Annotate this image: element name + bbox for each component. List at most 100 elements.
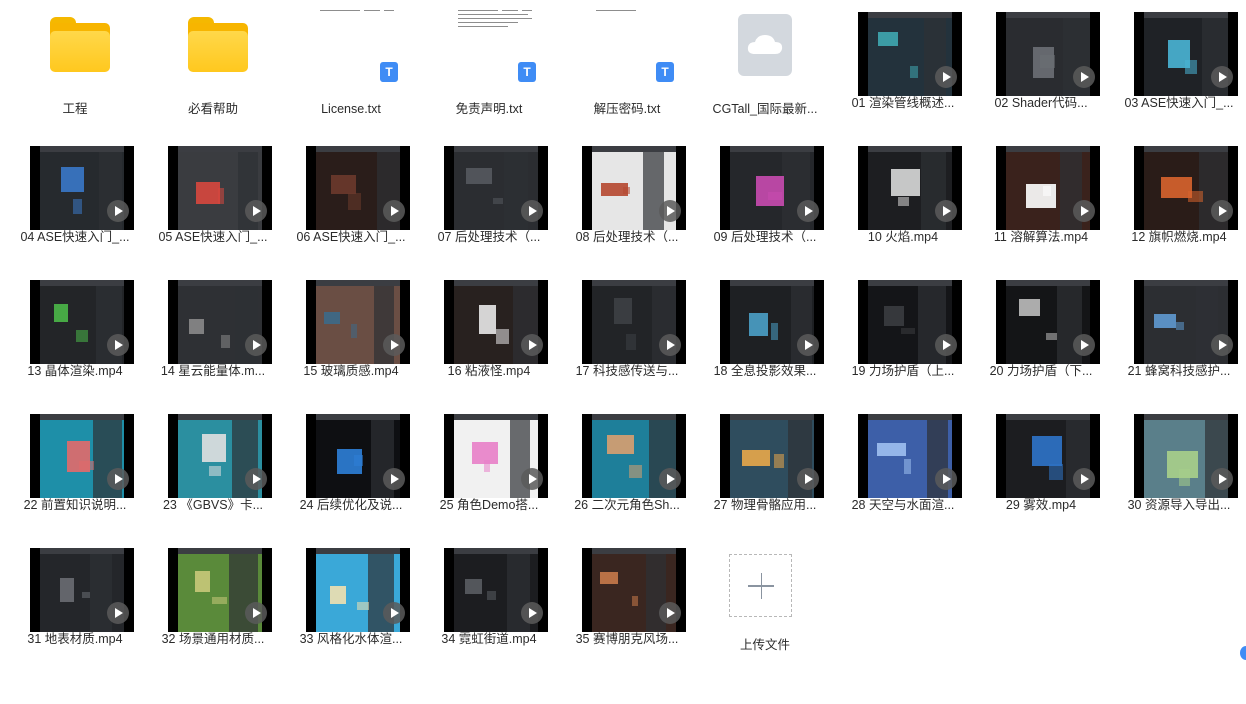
file-name-label: 27 物理骨骼应用... (713, 498, 817, 512)
file-item[interactable]: T License.txt (282, 0, 420, 134)
play-icon (935, 66, 957, 88)
play-icon (107, 200, 129, 222)
file-name-label: 35 赛博朋克风场... (575, 632, 679, 646)
file-thumbnail (420, 146, 558, 230)
file-item[interactable]: 25 角色Demo搭... (420, 402, 558, 536)
file-item[interactable]: 23 《GBVS》卡... (144, 402, 282, 536)
file-item[interactable]: 29 雾效.mp4 (972, 402, 1110, 536)
file-thumbnail (1110, 146, 1246, 230)
file-item[interactable]: T 解压密码.txt (558, 0, 696, 134)
file-item[interactable]: 35 赛博朋克风场... (558, 536, 696, 670)
video-thumbnail (30, 414, 134, 498)
video-thumbnail (168, 414, 272, 498)
video-thumbnail (720, 414, 824, 498)
floating-action-edge[interactable] (1240, 646, 1246, 660)
play-icon (659, 200, 681, 222)
file-thumbnail (558, 548, 696, 632)
file-item[interactable]: 工程 (6, 0, 144, 134)
file-item[interactable]: 01 渲染管线概述... (834, 0, 972, 134)
play-icon (383, 468, 405, 490)
file-item[interactable]: 12 旗帜燃烧.mp4 (1110, 134, 1246, 268)
video-thumbnail (306, 280, 410, 364)
play-icon (659, 602, 681, 624)
file-thumbnail (6, 280, 144, 364)
file-item[interactable]: 18 全息投影效果... (696, 268, 834, 402)
file-item[interactable]: 13 晶体渲染.mp4 (6, 268, 144, 402)
file-name-label: 17 科技感传送与... (575, 364, 679, 378)
file-name-label: 28 天空与水面渲... (851, 498, 955, 512)
play-icon (935, 334, 957, 356)
file-thumbnail (834, 146, 972, 230)
file-name-label: 02 Shader代码... (994, 96, 1088, 110)
video-thumbnail (30, 548, 134, 632)
file-item[interactable]: 28 天空与水面渲... (834, 402, 972, 536)
file-item[interactable]: 21 蜂窝科技感护... (1110, 268, 1246, 402)
play-icon (245, 334, 267, 356)
file-item[interactable]: 26 二次元角色Sh... (558, 402, 696, 536)
file-item[interactable]: 31 地表材质.mp4 (6, 536, 144, 670)
file-item[interactable]: 03 ASE快速入门_... (1110, 0, 1246, 134)
video-thumbnail (1134, 12, 1238, 96)
file-item[interactable]: 16 粘液怪.mp4 (420, 268, 558, 402)
file-item[interactable]: 必看帮助 (144, 0, 282, 134)
video-thumbnail (168, 280, 272, 364)
file-name-label: 10 火焰.mp4 (867, 230, 939, 244)
file-thumbnail (558, 280, 696, 364)
file-item[interactable]: 10 火焰.mp4 (834, 134, 972, 268)
file-name-label: 04 ASE快速入门_... (20, 230, 130, 244)
file-thumbnail (420, 414, 558, 498)
file-item[interactable]: 11 溶解算法.mp4 (972, 134, 1110, 268)
file-item[interactable]: 09 后处理技术（... (696, 134, 834, 268)
play-icon (245, 602, 267, 624)
play-icon (935, 200, 957, 222)
file-item[interactable]: 27 物理骨骼应用... (696, 402, 834, 536)
text-type-icon: T (656, 62, 674, 82)
file-name-label: 33 风格化水体渲... (299, 632, 403, 646)
file-item[interactable]: 34 霓虹街道.mp4 (420, 536, 558, 670)
file-name-label: 16 粘液怪.mp4 (447, 364, 531, 378)
file-thumbnail (696, 146, 834, 230)
file-item[interactable]: 19 力场护盾（上... (834, 268, 972, 402)
play-icon (383, 334, 405, 356)
video-thumbnail (168, 548, 272, 632)
video-thumbnail (444, 280, 548, 364)
file-item[interactable]: 06 ASE快速入门_... (282, 134, 420, 268)
play-icon (797, 334, 819, 356)
video-thumbnail (30, 280, 134, 364)
file-thumbnail (1110, 414, 1246, 498)
file-item[interactable]: 15 玻璃质感.mp4 (282, 268, 420, 402)
video-thumbnail (1134, 280, 1238, 364)
video-thumbnail (858, 414, 962, 498)
video-thumbnail (168, 146, 272, 230)
play-icon (383, 200, 405, 222)
video-thumbnail (306, 146, 410, 230)
video-thumbnail (996, 12, 1100, 96)
file-item[interactable]: T 免责声明.txt (420, 0, 558, 134)
video-thumbnail (996, 146, 1100, 230)
file-item[interactable]: 08 后处理技术（... (558, 134, 696, 268)
file-item[interactable]: 14 星云能量体.m... (144, 268, 282, 402)
file-thumbnail (558, 414, 696, 498)
file-item[interactable]: 24 后续优化及说... (282, 402, 420, 536)
video-thumbnail (30, 146, 134, 230)
file-item[interactable]: 20 力场护盾（下... (972, 268, 1110, 402)
file-item[interactable]: 05 ASE快速入门_... (144, 134, 282, 268)
video-thumbnail (1134, 146, 1238, 230)
file-item[interactable]: 17 科技感传送与... (558, 268, 696, 402)
file-item[interactable]: 32 场景通用材质... (144, 536, 282, 670)
upload-file-button[interactable]: 上传文件 (696, 536, 834, 670)
file-name-label: 08 后处理技术（... (575, 230, 679, 244)
file-item[interactable]: 02 Shader代码... (972, 0, 1110, 134)
file-item[interactable]: CGTall_国际最新... (696, 0, 834, 134)
file-item[interactable]: 07 后处理技术（... (420, 134, 558, 268)
file-item[interactable]: 22 前置知识说明... (6, 402, 144, 536)
play-icon (1211, 66, 1233, 88)
video-thumbnail (582, 146, 686, 230)
file-item[interactable]: 33 风格化水体渲... (282, 536, 420, 670)
video-thumbnail (720, 280, 824, 364)
play-icon (797, 468, 819, 490)
file-item[interactable]: 04 ASE快速入门_... (6, 134, 144, 268)
file-item[interactable]: 30 资源导入导出... (1110, 402, 1246, 536)
play-icon (521, 602, 543, 624)
play-icon (521, 334, 543, 356)
